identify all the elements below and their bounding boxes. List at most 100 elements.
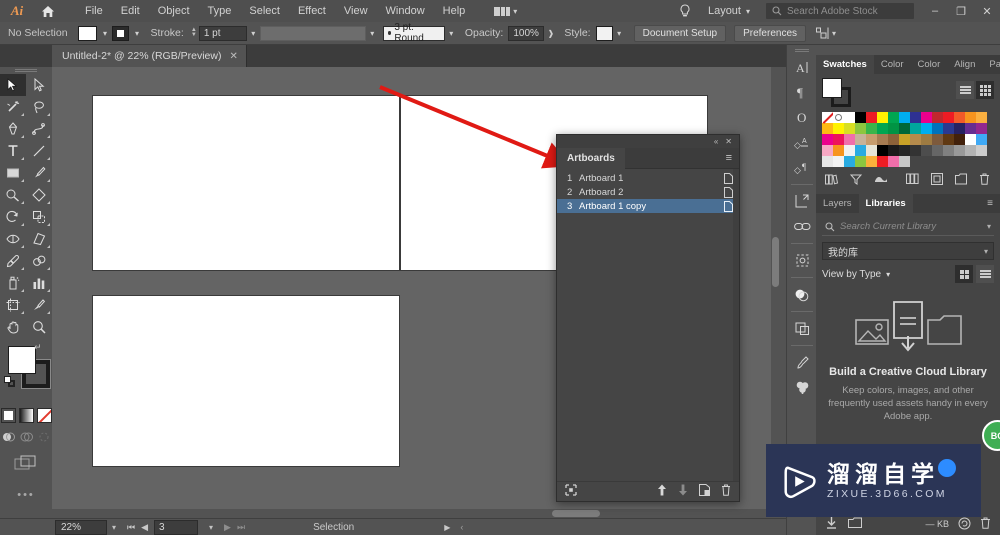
swatch-color[interactable] [866, 123, 877, 134]
new-swatch-icon[interactable] [955, 173, 967, 188]
grid-view-icon[interactable] [955, 265, 973, 283]
minimize-button[interactable]: – [922, 0, 948, 22]
menu-edit[interactable]: Edit [112, 0, 149, 22]
canvas-horizontal-scrollbar[interactable] [52, 509, 780, 518]
swatch-color[interactable] [976, 112, 987, 123]
new-artboard-icon[interactable] [699, 484, 710, 499]
artboard-number-input[interactable]: 3 [154, 519, 199, 535]
canvas-artboard-1[interactable] [92, 95, 400, 271]
default-fill-stroke-icon[interactable] [4, 376, 16, 388]
symbols-panel-icon[interactable] [787, 375, 817, 400]
document-setup-button[interactable]: Document Setup [633, 24, 727, 42]
swatch-color[interactable] [965, 112, 976, 123]
eyedropper-tool[interactable] [0, 250, 26, 272]
toolbar-grip[interactable] [0, 67, 52, 74]
stroke-color-chevron-icon[interactable]: ▾ [131, 26, 144, 41]
swatch-color[interactable] [888, 134, 899, 145]
swatch-color[interactable] [899, 112, 910, 123]
swatch-color[interactable] [899, 123, 910, 134]
swatch-color[interactable] [888, 156, 899, 167]
gradient-fill-mode-button[interactable] [18, 408, 34, 423]
paintbrush-tool[interactable] [26, 162, 52, 184]
draw-behind-button[interactable] [19, 430, 33, 447]
tab-layers[interactable]: Layers [816, 194, 859, 213]
rearrange-all-artboards-icon[interactable] [565, 484, 577, 499]
swatch-color[interactable] [976, 123, 987, 134]
next-artboard-icon[interactable]: ▶ [224, 522, 231, 533]
swatch-color[interactable] [855, 145, 866, 156]
rotate-tool[interactable] [0, 206, 26, 228]
rectangle-tool[interactable] [0, 162, 26, 184]
zoom-level-input[interactable]: 22% [55, 519, 107, 535]
swatch-registration[interactable] [833, 112, 844, 123]
swatch-color[interactable] [833, 134, 844, 145]
swatch-color[interactable] [877, 112, 888, 123]
swatch-color[interactable] [976, 134, 987, 145]
tab-libraries[interactable]: Libraries [858, 194, 913, 213]
collapse-panel-icon[interactable]: « [714, 137, 718, 146]
stroke-weight-input[interactable]: 1 pt [198, 25, 247, 41]
draw-normal-button[interactable] [1, 430, 15, 447]
menu-view[interactable]: View [335, 0, 377, 22]
stroke-color-swatch[interactable] [111, 25, 129, 41]
scale-tool[interactable] [26, 206, 52, 228]
tab-align[interactable]: Align [947, 55, 982, 74]
library-selector-dropdown[interactable]: 我的库 ▾ [822, 242, 994, 260]
swatch-color[interactable] [976, 145, 987, 156]
swatch-color[interactable] [833, 145, 844, 156]
panel-menu-icon[interactable]: ≡ [987, 199, 1000, 209]
preferences-button[interactable]: Preferences [734, 24, 807, 42]
stroke-weight-stepper[interactable]: ▲ ▼ [189, 26, 199, 41]
swatch-color[interactable] [833, 123, 844, 134]
layout-dropdown[interactable]: Layout ▾ [700, 5, 758, 17]
menu-effect[interactable]: Effect [289, 0, 335, 22]
previous-artboard-icon[interactable]: ◀ [141, 522, 148, 533]
selection-tool[interactable] [0, 74, 26, 96]
line-segment-tool[interactable] [26, 140, 52, 162]
swatch-color[interactable] [954, 134, 965, 145]
image-trace-panel-icon[interactable] [787, 248, 817, 273]
artboard-chevron-icon[interactable]: ▾ [204, 523, 218, 532]
swatch-color[interactable] [910, 112, 921, 123]
menu-file[interactable]: File [76, 0, 112, 22]
swatch-color[interactable] [910, 145, 921, 156]
swatch-color[interactable] [965, 123, 976, 134]
artboard-row-2[interactable]: 2 Artboard 2 [557, 185, 739, 199]
shaper-tool[interactable] [0, 184, 26, 206]
swatch-color[interactable] [844, 145, 855, 156]
libraries-icon[interactable] [848, 517, 862, 531]
stroke-weight-chevron-icon[interactable]: ▾ [247, 26, 260, 41]
swatch-grid[interactable] [822, 112, 994, 167]
paragraph-styles-panel-icon[interactable]: ◇ ¶ [787, 155, 817, 180]
swatch-color[interactable] [877, 156, 888, 167]
swatch-color[interactable] [866, 156, 877, 167]
swatch-color[interactable] [822, 156, 833, 167]
fill-color-chevron-icon[interactable]: ▾ [99, 26, 112, 41]
swatch-color[interactable] [921, 112, 932, 123]
variable-width-profile-dropdown[interactable] [259, 25, 366, 41]
swatch-color[interactable] [910, 123, 921, 134]
pen-tool[interactable] [0, 118, 26, 140]
swatch-color[interactable] [932, 112, 943, 123]
color-fill-mode-button[interactable] [0, 408, 16, 423]
adobe-stock-search[interactable]: Search Adobe Stock [766, 3, 914, 19]
type-tool[interactable] [0, 140, 26, 162]
transparency-panel-icon[interactable] [787, 282, 817, 307]
swatch-color[interactable] [844, 134, 855, 145]
swatch-color[interactable] [954, 123, 965, 134]
artboard-name[interactable]: Artboard 1 [579, 173, 717, 184]
width-tool[interactable] [0, 228, 26, 250]
slice-tool[interactable] [26, 294, 52, 316]
swatch-color[interactable] [866, 134, 877, 145]
swatch-color[interactable] [965, 145, 976, 156]
change-screen-mode-button[interactable] [14, 455, 38, 475]
new-color-group-icon[interactable] [931, 172, 943, 188]
menu-select[interactable]: Select [240, 0, 289, 22]
color-group-icon[interactable] [906, 173, 919, 188]
swatch-color[interactable] [855, 123, 866, 134]
status-menu-icon[interactable]: ▶ [444, 523, 450, 532]
tab-swatches[interactable]: Swatches [816, 55, 874, 74]
swatch-color[interactable] [855, 156, 866, 167]
swatch-color[interactable] [822, 123, 833, 134]
swatch-color[interactable] [965, 134, 976, 145]
